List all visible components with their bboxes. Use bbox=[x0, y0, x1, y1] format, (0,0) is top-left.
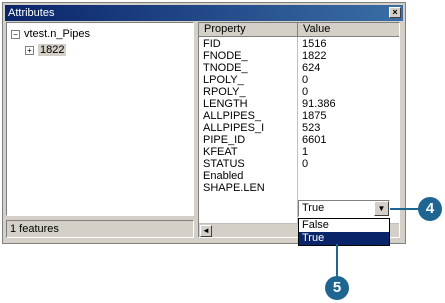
property-value[interactable]: 1875 bbox=[302, 110, 326, 122]
grid-row[interactable]: Enabled bbox=[199, 170, 399, 182]
property-name: RPOLY_ bbox=[203, 86, 246, 98]
grid-row[interactable]: RPOLY_ 0 bbox=[199, 86, 399, 98]
expand-icon[interactable]: + bbox=[25, 45, 34, 55]
callout-5-leader bbox=[336, 244, 338, 277]
tree-item-feature[interactable]: +1822 bbox=[25, 43, 67, 57]
property-name: Enabled bbox=[203, 170, 244, 182]
scroll-left-icon[interactable]: ◄ bbox=[200, 225, 212, 237]
property-name: SHAPE.LEN bbox=[203, 182, 265, 194]
status-bar: 1 features bbox=[6, 220, 194, 238]
window-title: Attributes bbox=[8, 7, 55, 19]
grid-row[interactable]: PIPE_ID 6601 bbox=[199, 134, 399, 146]
grid-row[interactable]: FID 1516 bbox=[199, 38, 399, 50]
property-value[interactable]: 0 bbox=[302, 158, 308, 170]
grid-row[interactable]: KFEAT 1 bbox=[199, 146, 399, 158]
property-value[interactable]: 1516 bbox=[302, 38, 326, 50]
tree-item-layer[interactable]: − vtest.n_Pipes bbox=[11, 27, 90, 41]
property-value[interactable]: 6601 bbox=[302, 134, 326, 146]
column-header-value[interactable]: Value bbox=[298, 23, 399, 37]
column-header-property[interactable]: Property bbox=[199, 23, 298, 37]
tree-item-label: vtest.n_Pipes bbox=[24, 28, 91, 40]
property-name: STATUS bbox=[203, 158, 245, 170]
property-value[interactable]: 523 bbox=[302, 122, 320, 134]
option-false[interactable]: False bbox=[299, 219, 389, 232]
dropdown-value: True bbox=[302, 202, 325, 214]
grid-row[interactable]: TNODE_ 624 bbox=[199, 62, 399, 74]
property-name: PIPE_ID bbox=[203, 134, 246, 146]
enabled-dropdown[interactable]: True ▼ bbox=[298, 200, 390, 217]
property-name: FNODE_ bbox=[203, 50, 248, 62]
grid-row[interactable]: FNODE_ 1822 bbox=[199, 50, 399, 62]
property-value[interactable]: 624 bbox=[302, 62, 320, 74]
feature-count: 1 features bbox=[10, 223, 59, 235]
grid-row[interactable]: STATUS 0 bbox=[199, 158, 399, 170]
property-name: ALLPIPES_I bbox=[203, 122, 265, 134]
grid-row[interactable]: ALLPIPES_ 1875 bbox=[199, 110, 399, 122]
property-name: LENGTH bbox=[203, 98, 248, 110]
collapse-icon[interactable]: − bbox=[11, 29, 20, 39]
step-4-callout: 4 bbox=[418, 197, 442, 221]
grid-row[interactable]: ALLPIPES_I 523 bbox=[199, 122, 399, 134]
property-value[interactable]: 1 bbox=[302, 146, 308, 158]
chevron-down-icon[interactable]: ▼ bbox=[374, 201, 389, 216]
property-value[interactable]: 1822 bbox=[302, 50, 326, 62]
step-5-callout: 5 bbox=[325, 276, 349, 300]
feature-tree[interactable]: − vtest.n_Pipes +1822 bbox=[6, 22, 194, 216]
option-true[interactable]: True bbox=[299, 232, 389, 245]
tree-item-label: 1822 bbox=[38, 44, 67, 56]
property-value[interactable]: 0 bbox=[302, 86, 308, 98]
property-name: ALLPIPES_ bbox=[203, 110, 262, 122]
grid-row[interactable]: SHAPE.LEN bbox=[199, 182, 399, 194]
dropdown-list[interactable]: False True bbox=[298, 218, 390, 246]
property-name: FID bbox=[203, 38, 221, 50]
window-titlebar[interactable]: Attributes × bbox=[5, 5, 403, 21]
property-value[interactable]: 91.386 bbox=[302, 98, 336, 110]
grid-row[interactable]: LPOLY_ 0 bbox=[199, 74, 399, 86]
property-name: TNODE_ bbox=[203, 62, 248, 74]
property-value[interactable]: 0 bbox=[302, 74, 308, 86]
close-icon[interactable]: × bbox=[389, 7, 401, 18]
property-name: LPOLY_ bbox=[203, 74, 244, 86]
grid-row[interactable]: LENGTH 91.386 bbox=[199, 98, 399, 110]
property-name: KFEAT bbox=[203, 146, 238, 158]
